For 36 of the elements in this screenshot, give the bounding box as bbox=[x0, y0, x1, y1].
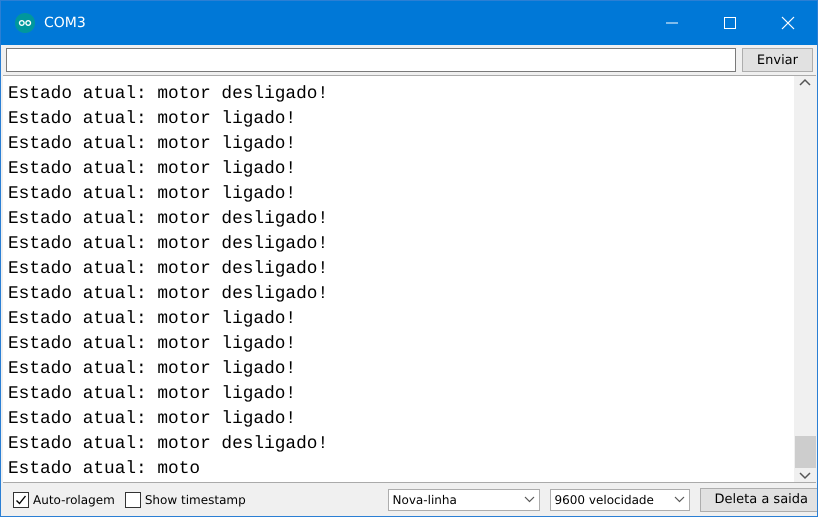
output-line: Estado atual: moto bbox=[8, 458, 202, 481]
scrollbar[interactable] bbox=[794, 76, 816, 482]
output-line: Estado atual: motor ligado! bbox=[8, 108, 298, 131]
scrollbar-thumb[interactable] bbox=[794, 436, 816, 468]
checkbox-label: Show timestamp bbox=[144, 492, 246, 506]
output-line: Estado atual: motor desligado! bbox=[8, 233, 330, 256]
window-title: COM3 bbox=[44, 15, 87, 31]
scroll-down-icon[interactable] bbox=[799, 472, 811, 480]
chevron-down-icon bbox=[674, 496, 685, 503]
output-line: Estado atual: motor desligado! bbox=[8, 83, 330, 106]
output-line: Estado atual: motor ligado! bbox=[8, 383, 298, 406]
close-icon bbox=[781, 16, 795, 30]
output-line: Estado atual: motor desligado! bbox=[8, 283, 330, 306]
chevron-down-icon bbox=[524, 496, 535, 503]
maximize-icon bbox=[724, 17, 736, 29]
output-line: Estado atual: motor ligado! bbox=[8, 158, 298, 181]
infinity-logo-icon bbox=[15, 13, 35, 33]
scroll-up-icon[interactable] bbox=[799, 78, 811, 86]
check-icon bbox=[15, 494, 27, 506]
checkbox[interactable] bbox=[124, 492, 141, 508]
output-line: Estado atual: motor desligado! bbox=[8, 433, 330, 456]
output-line: Estado atual: motor desligado! bbox=[8, 208, 330, 231]
output-line: Estado atual: motor ligado! bbox=[8, 183, 298, 206]
send-button[interactable]: Enviar bbox=[742, 48, 813, 72]
output-line: Estado atual: motor ligado! bbox=[8, 358, 298, 381]
output-line: Estado atual: motor desligado! bbox=[8, 258, 330, 281]
send-input-field[interactable] bbox=[6, 48, 736, 72]
checkbox-label: Auto-rolagem bbox=[33, 492, 115, 506]
output-line: Estado atual: motor ligado! bbox=[8, 408, 298, 431]
output-line: Estado atual: motor ligado! bbox=[8, 308, 298, 331]
dropdown[interactable]: Nova-linha bbox=[388, 488, 540, 510]
dropdown[interactable]: 9600 velocidade bbox=[550, 488, 690, 510]
output-line: Estado atual: motor ligado! bbox=[8, 133, 298, 156]
checkbox[interactable] bbox=[13, 492, 29, 508]
clear-output-button[interactable]: Deleta a saida bbox=[700, 488, 817, 512]
output-line: Estado atual: motor ligado! bbox=[8, 333, 298, 356]
